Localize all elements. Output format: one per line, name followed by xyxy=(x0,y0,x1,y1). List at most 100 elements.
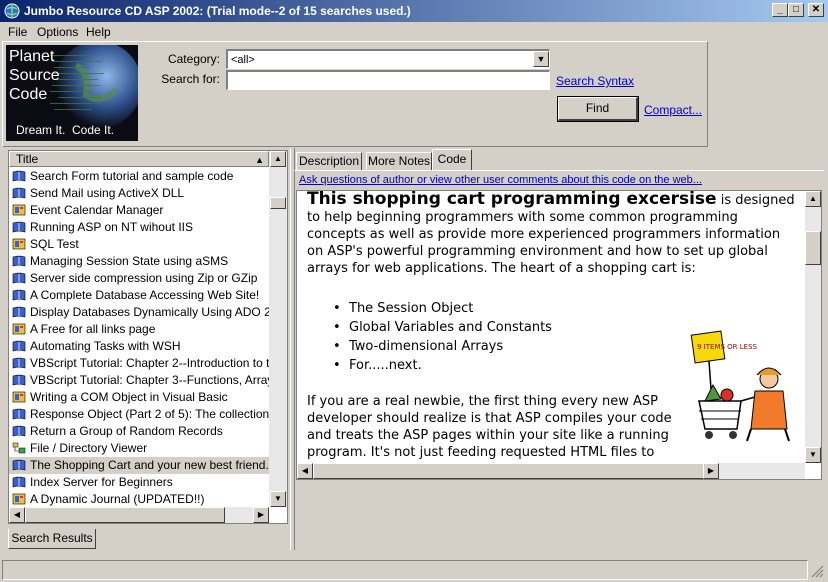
dropdown-arrow-icon[interactable]: ▼ xyxy=(533,51,549,67)
results-vertical-scrollbar[interactable]: ▲ ▼ xyxy=(269,151,287,507)
list-item-label: Search Form tutorial and sample code xyxy=(30,169,234,183)
tree-icon xyxy=(12,442,26,454)
list-item[interactable]: Automating Tasks with WSH xyxy=(9,338,269,355)
status-bar xyxy=(0,558,828,582)
search-syntax-link[interactable]: Search Syntax xyxy=(556,74,634,88)
zip-icon xyxy=(12,493,26,505)
logo-tagline: Dream It. Code It. xyxy=(16,123,115,137)
close-button[interactable]: ✕ xyxy=(808,3,824,17)
desc-scroll-right-icon[interactable]: ▶ xyxy=(703,463,719,479)
book-icon xyxy=(12,357,26,369)
description-heading: This shopping cart programming excersise xyxy=(307,190,717,209)
book-icon xyxy=(12,187,26,199)
bullet-item: Two-dimensional Arrays xyxy=(349,337,552,356)
list-item[interactable]: Managing Session State using aSMS xyxy=(9,253,269,270)
tab-strip-line xyxy=(294,170,824,171)
results-list[interactable]: Title ▲ Search Form tutorial and sample … xyxy=(8,150,288,524)
scroll-left-icon[interactable]: ◀ xyxy=(9,507,25,523)
list-item-label: Running ASP on NT wihout IIS xyxy=(30,220,193,234)
list-item[interactable]: Display Databases Dynamically Using ADO … xyxy=(9,304,269,321)
zip-icon xyxy=(12,391,26,403)
book-icon xyxy=(12,425,26,437)
category-value: <all> xyxy=(231,54,255,66)
list-item[interactable]: A Free for all links page xyxy=(9,321,269,338)
menu-bar: File Options Help xyxy=(0,22,828,40)
vertical-splitter[interactable] xyxy=(290,148,295,550)
results-horizontal-scrollbar[interactable]: ◀ ▶ xyxy=(9,507,269,523)
menu-options[interactable]: Options xyxy=(37,25,78,39)
list-item-label: A Complete Database Accessing Web Site! xyxy=(30,288,260,302)
desc-scroll-thumb[interactable] xyxy=(805,231,821,265)
sort-up-icon: ▲ xyxy=(255,155,264,165)
list-item[interactable]: Server side compression using Zip or GZi… xyxy=(9,270,269,287)
bullet-item: The Session Object xyxy=(349,299,552,318)
desc-scroll-left-icon[interactable]: ◀ xyxy=(297,463,313,479)
book-icon xyxy=(12,374,26,386)
ask-questions-link[interactable]: Ask questions of author or view other us… xyxy=(299,174,702,186)
list-item-label: SQL Test xyxy=(30,237,79,251)
description-viewer[interactable]: This shopping cart programming excersise… xyxy=(296,190,822,480)
list-item-label: Display Databases Dynamically Using ADO … xyxy=(30,305,269,319)
list-item[interactable]: Response Object (Part 2 of 5): The colle… xyxy=(9,406,269,423)
list-item[interactable]: Writing a COM Object in Visual Basic xyxy=(9,389,269,406)
tab-search-results[interactable]: Search Results xyxy=(8,529,96,549)
menu-file[interactable]: File xyxy=(8,25,27,39)
desc-scroll-down-icon[interactable]: ▼ xyxy=(805,447,821,463)
results-hscroll-thumb[interactable] xyxy=(25,507,225,523)
list-item[interactable]: A Dynamic Journal (UPDATED!!) xyxy=(9,491,269,508)
maximize-button[interactable]: □ xyxy=(788,3,804,17)
list-item[interactable]: A Complete Database Accessing Web Site! xyxy=(9,287,269,304)
book-icon xyxy=(12,289,26,301)
status-pane xyxy=(2,560,808,580)
app-globe-icon xyxy=(4,3,20,19)
tab-code[interactable]: Code xyxy=(432,149,472,171)
scroll-down-icon[interactable]: ▼ xyxy=(270,491,286,507)
book-icon xyxy=(12,170,26,182)
book-icon xyxy=(12,255,26,267)
list-item-label: A Free for all links page xyxy=(30,322,156,336)
book-icon xyxy=(12,340,26,352)
minimize-button[interactable]: _ xyxy=(772,3,788,17)
sign-text: 9 ITEMS OR LESS xyxy=(697,343,758,351)
list-item[interactable]: File / Directory Viewer xyxy=(9,440,269,457)
tab-more-notes[interactable]: More Notes xyxy=(366,152,432,171)
list-item[interactable]: SQL Test xyxy=(9,236,269,253)
title-bar[interactable]: Jumbo Resource CD ASP 2002: (Trial mode-… xyxy=(0,0,828,22)
list-item[interactable]: VBScript Tutorial: Chapter 3--Functions,… xyxy=(9,372,269,389)
category-select[interactable]: <all> ▼ xyxy=(226,49,550,69)
column-header-title[interactable]: Title ▲ xyxy=(9,151,269,167)
list-item-label: VBScript Tutorial: Chapter 2--Introducti… xyxy=(30,356,269,370)
menu-help[interactable]: Help xyxy=(86,25,111,39)
desc-scroll-up-icon[interactable]: ▲ xyxy=(805,191,821,207)
category-label: Category: xyxy=(167,52,220,66)
logo-line-1: Planet xyxy=(9,48,55,65)
list-item[interactable]: Send Mail using ActiveX DLL xyxy=(9,185,269,202)
planet-source-code-logo: Planet Source Code Dream It. Code It. xyxy=(6,45,138,141)
bullet-item: For.....next. xyxy=(349,356,552,375)
scroll-right-icon[interactable]: ▶ xyxy=(253,507,269,523)
desc-hscroll-thumb[interactable] xyxy=(313,463,715,479)
list-item[interactable]: Index Server for Beginners xyxy=(9,474,269,491)
description-text: This shopping cart programming excersise… xyxy=(307,191,797,277)
tab-description[interactable]: Description xyxy=(296,152,362,171)
list-item[interactable]: Running ASP on NT wihout IIS xyxy=(9,219,269,236)
description-vertical-scrollbar[interactable]: ▲ ▼ xyxy=(805,191,821,463)
resize-grip-icon[interactable] xyxy=(810,564,824,578)
list-item[interactable]: Return a Group of Random Records xyxy=(9,423,269,440)
list-item-label: Server side compression using Zip or GZi… xyxy=(30,271,258,285)
list-item[interactable]: Search Form tutorial and sample code xyxy=(9,168,269,185)
list-item[interactable]: VBScript Tutorial: Chapter 2--Introducti… xyxy=(9,355,269,372)
bullet-item: Global Variables and Constants xyxy=(349,318,552,337)
compact-link[interactable]: Compact... xyxy=(644,103,702,117)
book-icon xyxy=(12,459,26,471)
find-button[interactable]: Find xyxy=(557,96,639,122)
description-horizontal-scrollbar[interactable]: ◀ ▶ xyxy=(297,463,805,479)
list-item[interactable]: The Shopping Cart and your new best frie… xyxy=(9,457,269,474)
list-item-label: Return a Group of Random Records xyxy=(30,424,223,438)
search-input[interactable] xyxy=(226,70,550,90)
results-scroll-thumb[interactable] xyxy=(270,197,286,209)
book-icon xyxy=(12,408,26,420)
scroll-up-icon[interactable]: ▲ xyxy=(270,151,286,167)
list-item-label: VBScript Tutorial: Chapter 3--Functions,… xyxy=(30,373,269,387)
list-item[interactable]: Event Calendar Manager xyxy=(9,202,269,219)
